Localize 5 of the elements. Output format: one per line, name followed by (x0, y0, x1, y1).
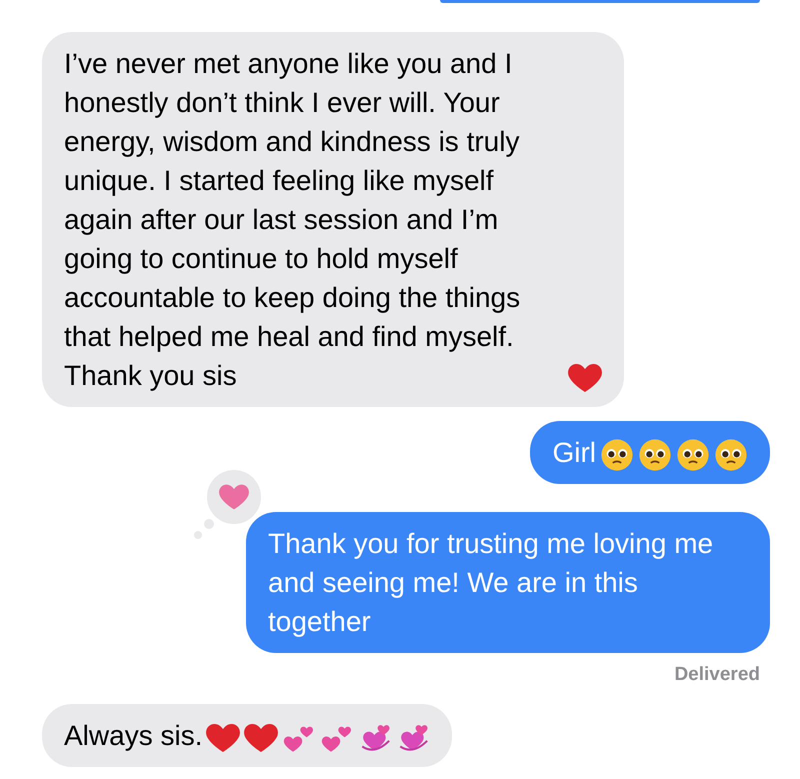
message-text: Always sis. (64, 718, 202, 753)
message-text: Girl (552, 436, 596, 470)
delivered-status: Delivered (674, 663, 760, 687)
message-text: Thank you for trusting me loving me and seeing me! We are in this together (268, 527, 714, 639)
message-text: I’ve never met anyone like you and I honestly don’t think I ever will. Your energy, wisdom and kindness is truly unique. I started feeling like myself again after our last session and I’m going to continue to hold myself accountable to keep doing the things that helped me heal and find myself. Thank you sis (64, 47, 522, 393)
